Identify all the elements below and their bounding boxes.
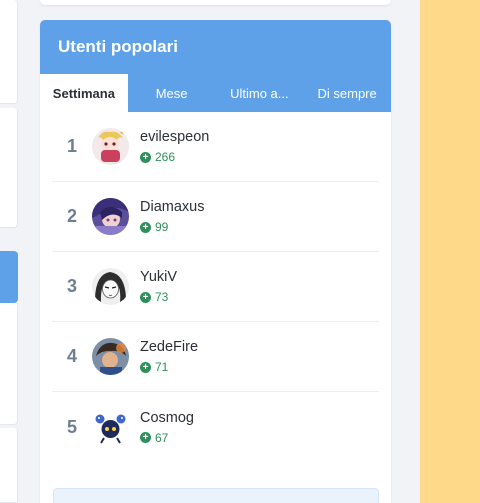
reputation-value: 99 <box>155 220 169 234</box>
avatar[interactable] <box>92 408 129 446</box>
reputation-value: 71 <box>155 360 169 374</box>
username-link[interactable]: YukiV <box>140 269 177 285</box>
plus-circle-icon: + <box>140 432 151 443</box>
avatar[interactable] <box>92 268 129 305</box>
left-panel-card <box>0 0 18 104</box>
username-link[interactable]: ZedeFire <box>140 339 198 355</box>
left-panel-header <box>0 251 18 303</box>
list-item: 2 Diamaxus + 99 <box>52 182 379 252</box>
rank-number: 3 <box>66 276 77 296</box>
list-item: 4 ZedeFire + 71 <box>52 322 379 392</box>
username-link[interactable]: evilespeon <box>140 129 209 145</box>
tab-month[interactable]: Mese <box>128 74 216 112</box>
left-panel-card <box>0 428 18 503</box>
widget-header: Utenti popolari <box>40 20 391 74</box>
rank-number: 5 <box>66 416 77 437</box>
widget-title: Utenti popolari <box>58 37 178 56</box>
avatar[interactable] <box>92 198 129 235</box>
username-link[interactable]: Diamaxus <box>140 199 204 215</box>
right-sidebar-strip <box>420 0 480 503</box>
rank-number: 2 <box>66 206 77 226</box>
rank-number: 4 <box>66 346 77 366</box>
plus-circle-icon: + <box>140 221 151 233</box>
left-panel-card <box>0 303 18 425</box>
next-widget-box <box>53 488 379 503</box>
reputation-count: + 67 <box>140 431 194 445</box>
tab-all-time[interactable]: Di sempre <box>303 74 391 112</box>
list-item: 5 Cosmog + 67 <box>52 392 379 462</box>
reputation-value: 67 <box>155 430 169 445</box>
reputation-value: 266 <box>155 150 176 164</box>
reputation-count: + 73 <box>140 290 177 304</box>
avatar[interactable] <box>92 128 129 165</box>
period-tabs: Settimana Mese Ultimo a... Di sempre <box>40 74 391 112</box>
list-item: 3 YukiV + 73 <box>52 252 379 322</box>
tab-week[interactable]: Settimana <box>40 74 128 112</box>
list-item: 1 evilespeon + 266 <box>52 112 379 182</box>
rank-number: 1 <box>66 136 77 156</box>
reputation-count: + 71 <box>140 360 198 374</box>
plus-circle-icon: + <box>140 151 151 163</box>
avatar[interactable] <box>92 338 129 375</box>
plus-circle-icon: + <box>140 291 151 303</box>
popular-users-widget: Utenti popolari Settimana Mese Ultimo a.… <box>40 20 391 503</box>
plus-circle-icon: + <box>140 361 151 373</box>
username-link[interactable]: Cosmog <box>140 410 194 426</box>
previous-widget-card <box>40 0 391 5</box>
reputation-count: + 99 <box>140 220 204 234</box>
left-panel-card <box>0 108 18 228</box>
tab-last-year[interactable]: Ultimo a... <box>216 74 304 112</box>
reputation-count: + 266 <box>140 150 209 164</box>
user-list: 1 evilespeon + 266 2 Diamaxus + 99 3 Yuk… <box>40 112 391 462</box>
reputation-value: 73 <box>155 290 169 304</box>
